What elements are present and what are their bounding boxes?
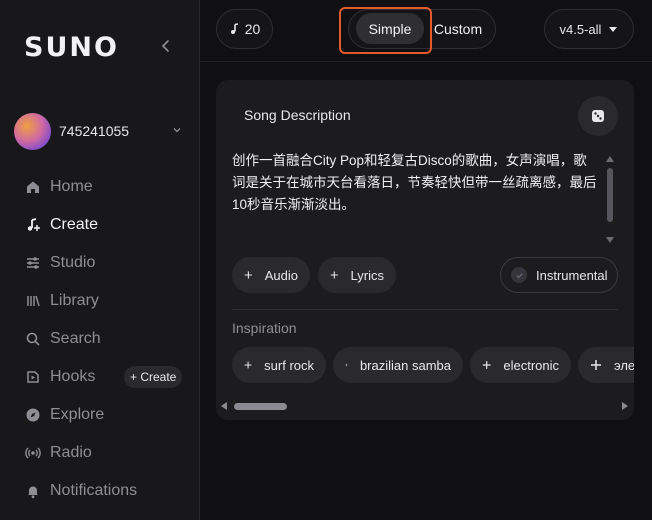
dice-icon: [592, 110, 604, 122]
plus-icon: [591, 360, 601, 370]
sidebar-item-label: Radio: [50, 444, 92, 461]
music-note-icon: [230, 23, 238, 34]
lyrics-button[interactable]: Lyrics: [318, 257, 396, 293]
sidebar-item-radio[interactable]: Radio: [0, 434, 200, 472]
credits-count: 20: [244, 21, 261, 37]
credits-button[interactable]: 20: [216, 9, 273, 49]
scroll-up-arrow-icon[interactable]: [606, 156, 614, 162]
sidebar-item-studio[interactable]: Studio: [0, 244, 200, 282]
search-icon: [24, 331, 41, 348]
version-label: v4.5-all: [559, 21, 602, 37]
sidebar-item-explore[interactable]: Explore: [0, 396, 200, 434]
sidebar-item-label: Home: [50, 178, 93, 195]
sidebar-item-label: Library: [50, 292, 99, 309]
tag-label: surf rock: [264, 357, 314, 373]
instrumental-label: Instrumental: [536, 267, 608, 283]
plus-icon: [330, 271, 338, 279]
horizontal-scrollbar[interactable]: [234, 403, 287, 410]
sidebar-item-label: Create: [50, 216, 99, 233]
vertical-scrollbar[interactable]: [607, 168, 613, 222]
sidebar-item-label: Hooks: [50, 368, 96, 385]
tag-partial[interactable]: эле: [578, 347, 634, 383]
inspiration-label: Inspiration: [232, 320, 297, 336]
topbar: 20 Simple Custom v4.5-all: [200, 0, 652, 62]
caret-down-icon: [609, 27, 618, 32]
scroll-left-arrow-icon[interactable]: [221, 402, 227, 410]
chevron-left-icon[interactable]: [158, 38, 174, 54]
username: 745241055: [59, 123, 130, 139]
plus-icon: [244, 361, 252, 369]
chevron-down-icon: [173, 128, 181, 133]
divider: [232, 309, 618, 310]
radio-icon: [24, 445, 41, 462]
highlight-box: [339, 7, 432, 54]
sidebar-item-notifications[interactable]: Notifications: [0, 472, 200, 510]
sidebar-item-label: Notifications: [50, 482, 138, 499]
suno-logo[interactable]: SUNO: [24, 32, 119, 63]
hooks-icon: [24, 369, 41, 386]
tab-custom[interactable]: Custom: [428, 13, 488, 44]
plus-icon: [244, 271, 253, 279]
tag-surf-rock[interactable]: surf rock: [232, 347, 326, 383]
sidebar-item-library[interactable]: Library: [0, 282, 200, 320]
song-description-input[interactable]: 创作一首融合City Pop和轻复古Disco的歌曲，女声演唱，歌词是关于在城市…: [232, 150, 600, 216]
tag-label: brazilian samba: [359, 357, 451, 373]
inspiration-tags: surf rock brazilian samba electronic эле: [216, 346, 634, 384]
sidebar-item-create[interactable]: Create: [0, 206, 200, 244]
version-select[interactable]: v4.5-all: [544, 9, 634, 49]
avatar: [14, 112, 51, 150]
user-menu[interactable]: 745241055: [14, 112, 184, 150]
sidebar-item-home[interactable]: Home: [0, 168, 200, 206]
bell-icon: [24, 483, 41, 500]
tag-label: electronic: [503, 357, 559, 373]
main-content: 20 Simple Custom v4.5-all Song Descripti…: [200, 0, 652, 520]
sidebar-item-hooks[interactable]: Hooks + Create: [0, 358, 200, 396]
sidebar-item-search[interactable]: Search: [0, 320, 200, 358]
sliders-icon: [24, 255, 41, 272]
tag-brazilian-samba[interactable]: brazilian samba: [333, 347, 463, 383]
sidebar-item-label: Search: [50, 330, 101, 347]
tag-electronic[interactable]: electronic: [470, 347, 571, 383]
plus-icon: [345, 363, 348, 367]
sidebar-item-label: Studio: [50, 254, 96, 271]
tag-label: эле: [614, 357, 634, 373]
lyrics-label: Lyrics: [350, 267, 384, 283]
plus-icon: [482, 361, 491, 369]
random-prompt-button[interactable]: [578, 96, 618, 136]
song-description-label: Song Description: [244, 107, 351, 123]
sidebar: SUNO 745241055 Home Create Studio Librar…: [0, 0, 200, 520]
instrumental-toggle[interactable]: Instrumental: [500, 257, 618, 293]
library-icon: [24, 293, 41, 310]
check-circle-icon: [511, 267, 527, 283]
hooks-create-button[interactable]: + Create: [124, 366, 183, 388]
audio-button[interactable]: Audio: [232, 257, 310, 293]
scroll-right-arrow-icon[interactable]: [622, 402, 628, 410]
home-icon: [24, 179, 41, 196]
sidebar-nav: Home Create Studio Library Search Hooks …: [0, 168, 200, 510]
scroll-down-arrow-icon[interactable]: [606, 237, 614, 243]
audio-label: Audio: [264, 267, 298, 283]
compass-icon: [24, 407, 41, 424]
music-note-icon: [24, 217, 41, 234]
sidebar-item-label: Explore: [50, 406, 105, 423]
create-panel: Song Description 创作一首融合City Pop和轻复古Disco…: [216, 80, 634, 420]
